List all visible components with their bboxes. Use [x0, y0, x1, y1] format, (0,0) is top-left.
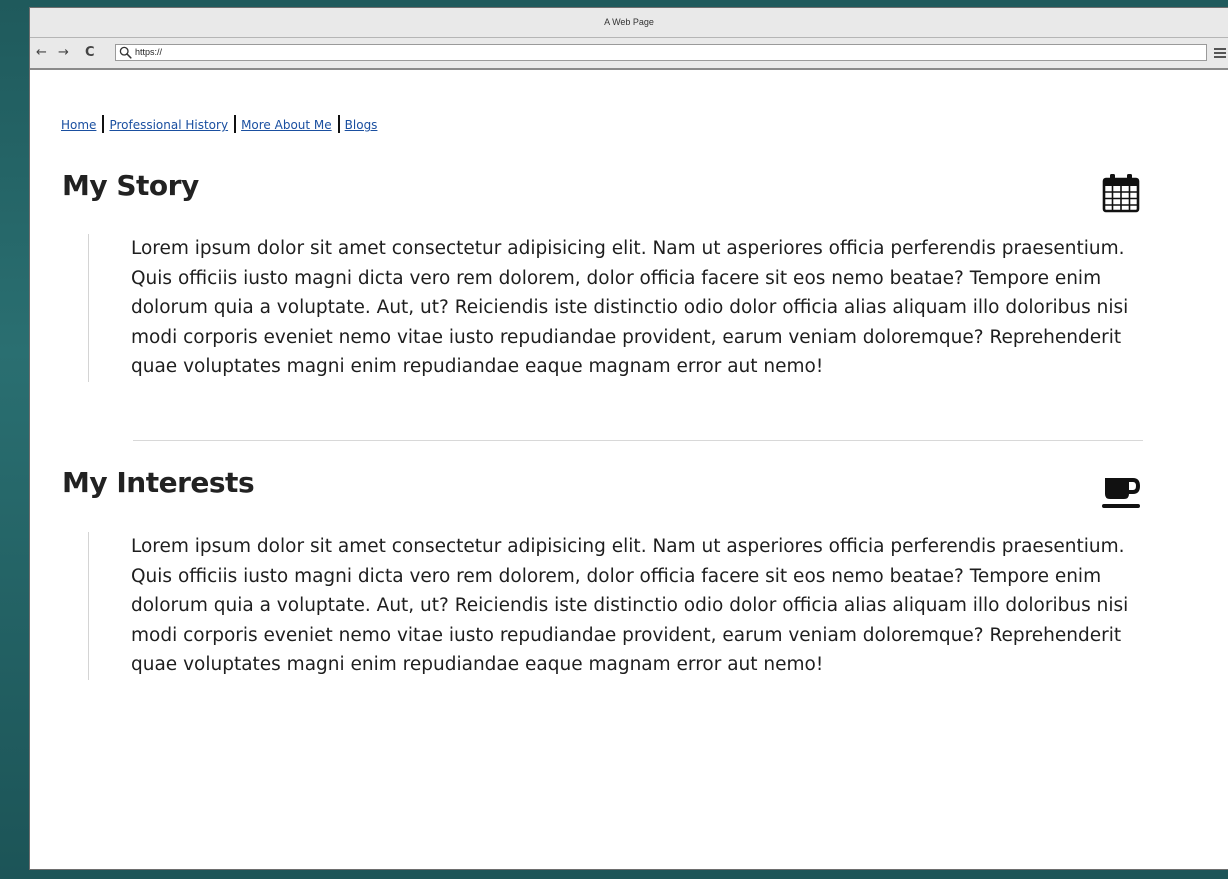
forward-button[interactable]: → [58, 45, 69, 61]
nav-link-more-about-me[interactable]: More About Me [241, 118, 332, 132]
reload-button[interactable]: C [85, 45, 95, 61]
story-paragraph: Lorem ipsum dolor sit amet consectetur a… [131, 238, 1129, 377]
top-nav: Home Professional History More About Me Blo… [61, 115, 377, 133]
story-blockquote: Lorem ipsum dolor sit amet consectetur a… [88, 234, 1148, 382]
nav-separator [234, 115, 237, 133]
browser-toolbar: ← → C https:// [30, 38, 1228, 70]
nav-link-home[interactable]: Home [61, 118, 96, 132]
page-content: Home Professional History More About Me Blo… [30, 69, 1228, 869]
section-title-my-interests: My Interests [62, 466, 255, 499]
nav-link-blogs[interactable]: Blogs [345, 118, 378, 132]
section-title-my-story: My Story [62, 169, 199, 202]
window-titlebar: A Web Page [30, 8, 1228, 38]
nav-separator [337, 115, 340, 133]
browser-window: A Web Page ← → C https:// Home Profession… [29, 7, 1228, 870]
calendar-icon [1102, 174, 1140, 213]
hamburger-menu-icon[interactable] [1214, 48, 1226, 58]
window-title: A Web Page [604, 17, 654, 27]
nav-link-professional-history[interactable]: Professional History [109, 118, 228, 132]
address-bar[interactable]: https:// [115, 44, 1207, 61]
nav-separator [102, 115, 105, 133]
coffee-cup-icon [1102, 478, 1141, 508]
url-text: https:// [135, 47, 163, 57]
interests-blockquote: Lorem ipsum dolor sit amet consectetur a… [88, 532, 1148, 680]
back-button[interactable]: ← [36, 45, 47, 61]
section-divider [133, 440, 1143, 441]
search-icon [119, 46, 132, 59]
interests-paragraph: Lorem ipsum dolor sit amet consectetur a… [131, 536, 1129, 675]
